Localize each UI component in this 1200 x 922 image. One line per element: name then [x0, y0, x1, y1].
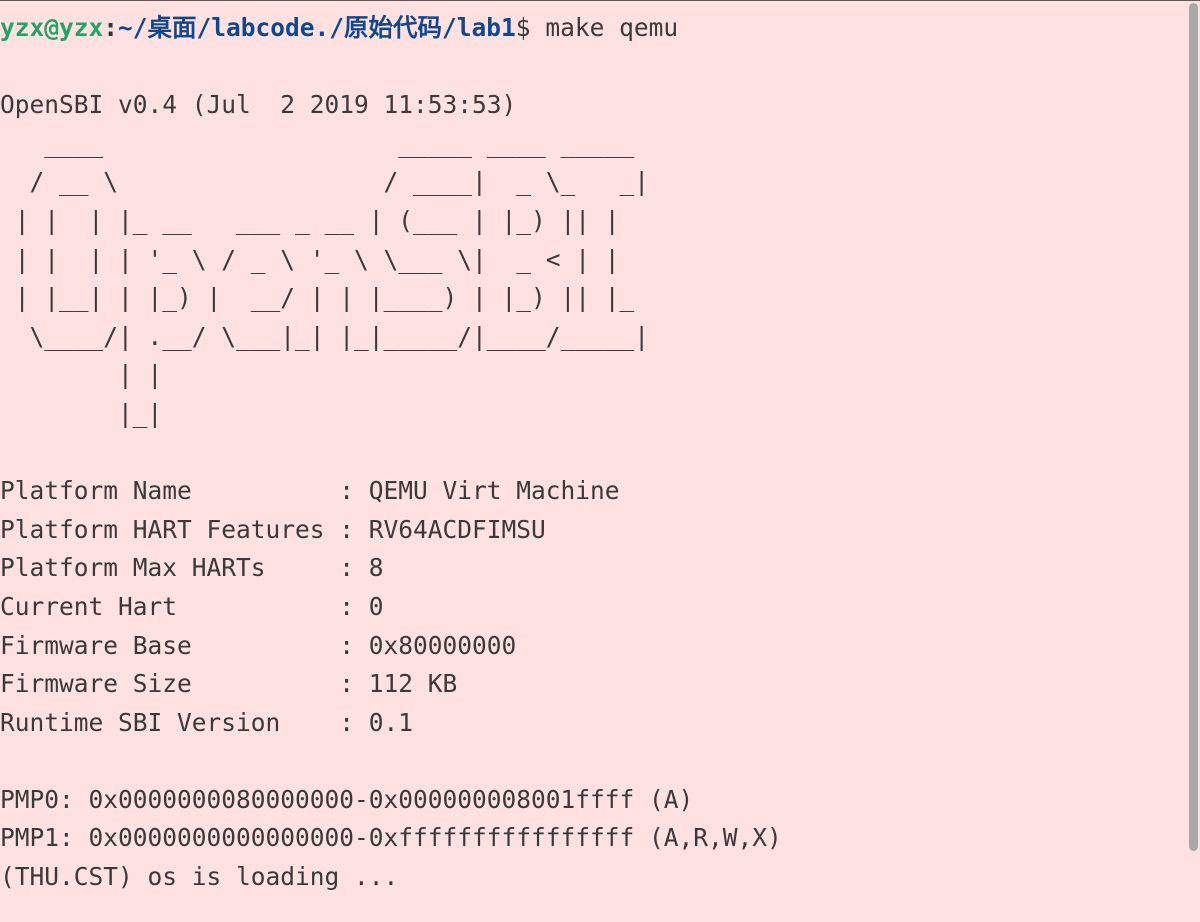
ascii-logo-line: | |: [0, 360, 163, 390]
platform-info-line: Platform Name : QEMU Virt Machine: [0, 476, 620, 506]
ascii-logo-line: |_|: [0, 398, 163, 428]
vertical-scrollbar[interactable]: [1186, 1, 1200, 922]
shell-prompt-line: yzx@yzx:~/桌面/labcode./原始代码/lab1$ make qe…: [0, 9, 1188, 48]
status-line: (THU.CST) os is loading ...: [0, 862, 399, 892]
platform-info-line: Runtime SBI Version : 0.1: [0, 707, 414, 737]
boot-header-line: OpenSBI v0.4 (Jul 2 2019 11:53:53): [0, 90, 517, 120]
platform-info-line: Firmware Base : 0x80000000: [0, 630, 517, 660]
terminal-window[interactable]: yzx@yzx:~/桌面/labcode./原始代码/lab1$ make qe…: [0, 0, 1200, 922]
prompt-command: make qemu: [545, 13, 679, 42]
ascii-logo-line: | |__| | |_) | __/ | | |____) | |_) || |…: [0, 283, 635, 313]
pmp-info-line: PMP1: 0x0000000000000000-0xfffffffffffff…: [0, 823, 782, 853]
prompt-separator: :: [103, 13, 119, 42]
scrollbar-thumb[interactable]: [1189, 3, 1198, 851]
platform-info-line: Platform Max HARTs : 8: [0, 553, 384, 583]
prompt-path: ~/桌面/labcode./原始代码/lab1: [118, 13, 516, 42]
platform-info-line: Platform HART Features : RV64ACDFIMSU: [0, 514, 546, 544]
ascii-logo-line: ____ _____ ____ _____: [0, 128, 635, 158]
ascii-logo-line: \____/| .__/ \___|_| |_|_____/|____/____…: [0, 321, 650, 351]
ascii-logo-line: / __ \ / ____| _ \_ _|: [0, 167, 650, 197]
prompt-symbol: $: [515, 13, 546, 42]
ascii-logo-line: | | | | '_ \ / _ \ '_ \ \___ \| _ < | |: [0, 244, 620, 274]
prompt-user-host: yzx@yzx: [0, 13, 104, 42]
terminal-output[interactable]: yzx@yzx:~/桌面/labcode./原始代码/lab1$ make qe…: [0, 9, 1188, 897]
ascii-logo-line: | | | |_ __ ___ _ __ | (___ | |_) || |: [0, 205, 620, 235]
platform-info-line: Current Hart : 0: [0, 591, 384, 621]
platform-info-line: Firmware Size : 112 KB: [0, 669, 458, 699]
pmp-info-line: PMP0: 0x0000000080000000-0x000000008001f…: [0, 784, 694, 814]
